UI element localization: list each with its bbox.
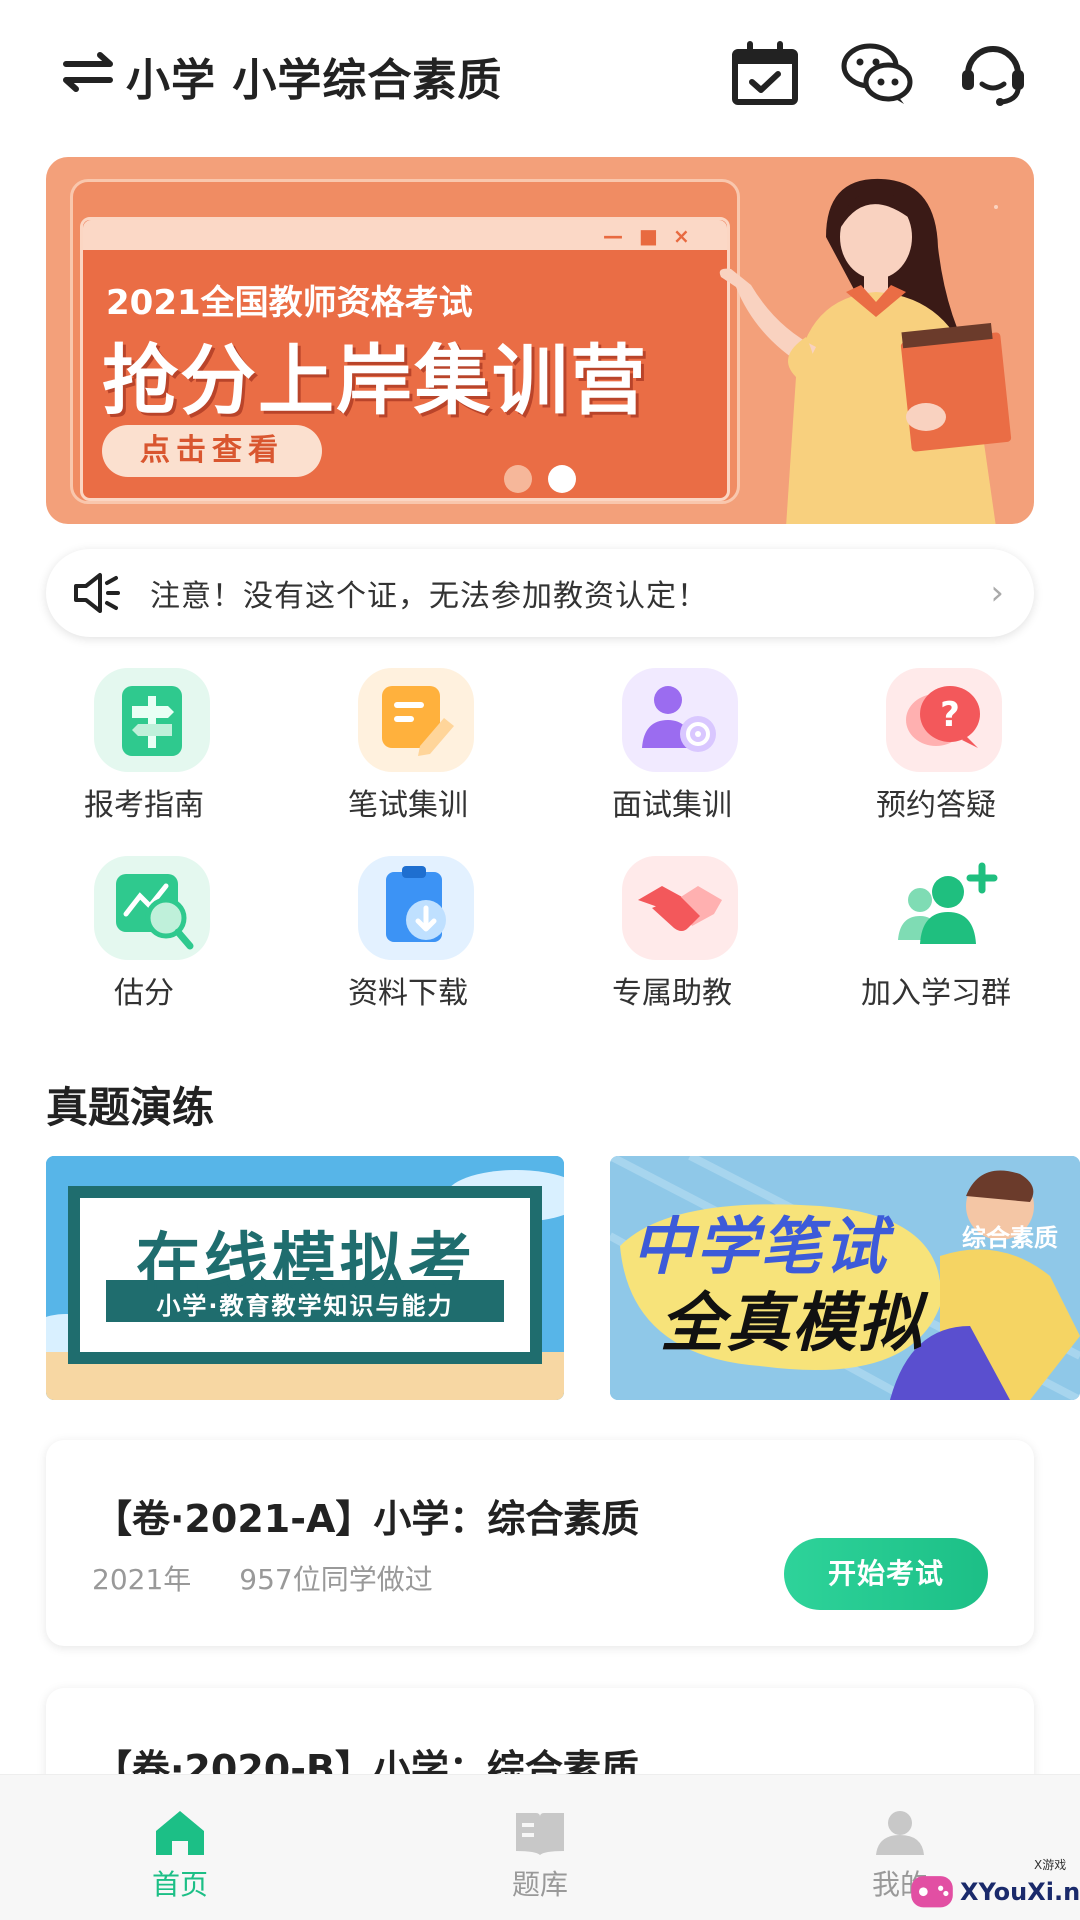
site-watermark: X游戏 XYouXi.net	[906, 1852, 1080, 1920]
person-target-icon	[622, 668, 738, 772]
grid-item-label: 加入学习群	[861, 976, 1011, 1011]
promo-subtitle: 小学·教育教学知识与能力	[156, 1292, 454, 1320]
speaker-icon	[74, 573, 120, 613]
handshake-icon	[622, 856, 738, 960]
note-pen-icon	[358, 668, 474, 772]
grid-item-registration-guide[interactable]: 报考指南	[12, 668, 276, 838]
banner-view-button[interactable]: 点击查看	[102, 425, 322, 477]
grid-item-label: 资料下载	[348, 976, 468, 1011]
notice-bar[interactable]: 注意！没有这个证，无法参加教资认定！ ›	[46, 549, 1034, 637]
grid-item-interview-training[interactable]: 面试集训	[540, 668, 804, 838]
question-bubble-icon: ?	[886, 668, 1002, 772]
grid-item-written-training[interactable]: 笔试集训	[276, 668, 540, 838]
grid-item-label: 预约答疑	[876, 788, 996, 823]
grid-item-label: 笔试集训	[348, 788, 468, 823]
watermark-small-text: X游戏	[1034, 1858, 1067, 1872]
exam-count: 957位同学做过	[239, 1563, 433, 1596]
maximize-icon: ■	[639, 224, 658, 248]
grid-item-material-download[interactable]: 资料下载	[276, 856, 540, 1026]
minimize-icon: —	[603, 224, 623, 248]
promo-title-2: 全真模拟	[660, 1287, 924, 1361]
exam-card[interactable]: 【卷·2021-A】小学：综合素质 2021年 957位同学做过 开始考试	[46, 1440, 1034, 1646]
exam-year: 2021年	[92, 1563, 192, 1596]
grid-item-score-estimate[interactable]: 估分	[12, 856, 276, 1026]
promo-banner[interactable]: — ■ × 2021全国教师资格考试 抢分上岸集训营 点击查看	[46, 157, 1034, 524]
tab-label: 题库	[511, 1868, 568, 1901]
grid-item-label: 面试集训	[612, 788, 732, 823]
banner-window-titlebar: — ■ ×	[83, 220, 727, 250]
grid-item-label: 估分	[114, 976, 174, 1011]
banner-subtitle: 2021全国教师资格考试	[106, 283, 473, 323]
watermark-logo-icon	[911, 1876, 953, 1908]
start-exam-button[interactable]: 开始考试	[784, 1538, 988, 1610]
promo-card-online-mock[interactable]: 在线模拟考 小学·教育教学知识与能力	[46, 1156, 564, 1400]
customer-service-icon[interactable]	[954, 38, 1032, 110]
tab-home[interactable]: 首页	[80, 1775, 280, 1920]
signpost-icon	[94, 668, 210, 772]
tab-question-bank[interactable]: 题库	[440, 1775, 640, 1920]
tab-label: 首页	[151, 1868, 208, 1901]
book-icon	[516, 1813, 564, 1855]
section-title: 真题演练	[46, 1083, 215, 1132]
grid-item-book-qa[interactable]: ? 预约答疑	[804, 668, 1068, 838]
switch-icon[interactable]	[60, 52, 116, 92]
carousel-dot[interactable]	[504, 465, 532, 493]
teacher-illustration	[719, 178, 1012, 524]
grid-item-label: 专属助教	[612, 976, 732, 1011]
promo-tag: 综合素质	[962, 1224, 1058, 1252]
grid-item-assistant[interactable]: 专属助教	[540, 856, 804, 1026]
calendar-icon[interactable]	[726, 38, 804, 110]
chevron-right-icon: ›	[990, 573, 1004, 613]
home-icon	[156, 1811, 204, 1855]
grid-item-join-group[interactable]: 加入学习群	[804, 856, 1068, 1026]
banner-title: 抢分上岸集训营	[102, 336, 648, 425]
grid-item-label: 报考指南	[84, 788, 204, 823]
carousel-dot-active[interactable]	[548, 465, 576, 493]
wechat-icon[interactable]	[838, 38, 916, 110]
group-add-icon	[886, 856, 1002, 960]
exam-title: 【卷·2021-A】小学：综合素质	[94, 1497, 640, 1541]
notice-text: 注意！没有这个证，无法参加教资认定！	[150, 579, 708, 614]
page-title[interactable]: 小学 小学综合素质	[126, 44, 502, 108]
app-header: 小学 小学综合素质	[0, 0, 1080, 150]
chart-magnifier-icon	[94, 856, 210, 960]
watermark-text: XYouXi.net	[960, 1878, 1080, 1906]
exam-meta: 2021年 957位同学做过	[92, 1558, 433, 1598]
svg-text:?: ?	[940, 695, 960, 735]
clipboard-download-icon	[358, 856, 474, 960]
promo-card-middle-school[interactable]: 中学笔试 综合素质 全真模拟	[610, 1156, 1080, 1400]
